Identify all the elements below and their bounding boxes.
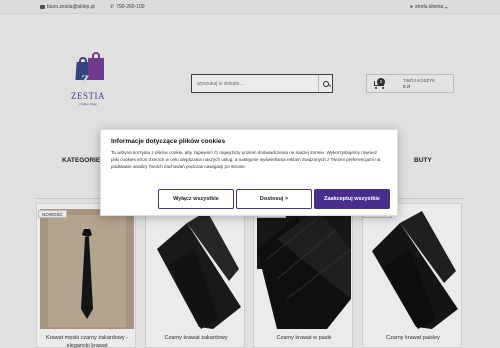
reject-all-button[interactable]: Wyłącz wszystkie [158,189,234,209]
customize-button[interactable]: Dostosuj > [236,189,312,209]
cookie-text: Ta witryna korzysta z plików cookie, aby… [111,150,381,169]
accept-all-button[interactable]: Zaakceptuj wszystkie [314,189,390,209]
cookie-title: Informacje dotyczące plików cookies [111,138,226,145]
cookie-dialog: Informacje dotyczące plików cookies Ta w… [100,129,398,216]
